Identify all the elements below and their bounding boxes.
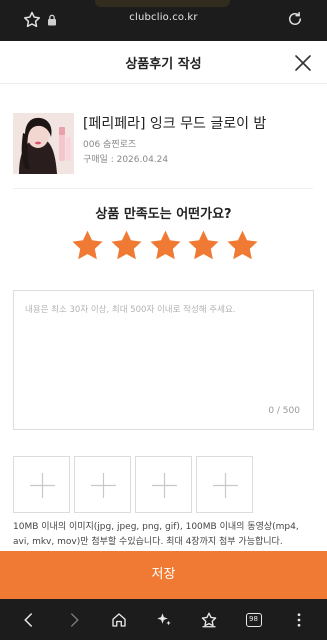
reload-icon[interactable]	[286, 10, 304, 28]
browser-address-bar: clubclio.co.kr	[0, 0, 327, 41]
tabs-icon: 98	[245, 612, 262, 627]
star-icon[interactable]	[225, 228, 260, 263]
browser-bottom-nav: 98	[0, 599, 327, 640]
product-name: [페리페라] 잉크 무드 글로이 밤	[83, 116, 267, 132]
upload-slot[interactable]	[196, 456, 253, 513]
close-icon[interactable]	[294, 54, 312, 72]
product-summary: [페리페라] 잉크 무드 글로이 밤 006 숨찐로즈 구매일 : 2026.0…	[13, 113, 313, 177]
back-icon	[23, 612, 32, 627]
rating-question: 상품 만족도는 어떤가요?	[95, 207, 232, 222]
bookmarks-button[interactable]	[195, 606, 223, 634]
page-title: 상품후기 작성	[125, 57, 202, 72]
plus-icon	[91, 473, 116, 498]
more-button[interactable]	[285, 606, 313, 634]
home-icon	[111, 612, 126, 627]
star-icon[interactable]	[70, 228, 105, 263]
review-textarea[interactable]	[14, 291, 313, 401]
star-icon[interactable]	[109, 228, 144, 263]
purchase-date: 구매일 : 2026.04.24	[83, 155, 169, 165]
page-banner-edge	[95, 0, 230, 7]
upload-slots	[13, 456, 258, 514]
star-rating[interactable]	[70, 228, 260, 266]
tabs-button[interactable]: 98	[240, 606, 268, 634]
modal-header: 상품후기 작성	[0, 41, 327, 84]
bookmark-star-icon	[201, 612, 216, 627]
plus-icon	[152, 473, 177, 498]
forward-button[interactable]	[60, 606, 88, 634]
product-thumbnail	[13, 113, 74, 174]
more-icon	[297, 612, 300, 627]
upload-slot[interactable]	[13, 456, 70, 513]
url-text[interactable]: clubclio.co.kr	[0, 12, 327, 23]
divider	[13, 188, 313, 189]
forward-icon	[70, 612, 79, 627]
plus-icon	[30, 473, 55, 498]
plus-icon	[213, 473, 238, 498]
save-button[interactable]: 저장	[0, 551, 327, 599]
back-button[interactable]	[15, 606, 43, 634]
upload-slot[interactable]	[74, 456, 131, 513]
home-button[interactable]	[105, 606, 133, 634]
upload-note: 10MB 이내의 이미지(jpg, jpeg, png, gif), 100MB…	[13, 522, 299, 547]
product-option: 006 숨찐로즈	[83, 140, 137, 150]
review-box: 0 / 500	[13, 290, 314, 430]
sparkle-icon	[156, 612, 171, 625]
star-icon[interactable]	[148, 228, 183, 263]
character-counter: 0 / 500	[268, 406, 300, 416]
upload-slot[interactable]	[135, 456, 192, 513]
star-icon[interactable]	[186, 228, 221, 263]
sparkle-button[interactable]	[150, 606, 178, 634]
